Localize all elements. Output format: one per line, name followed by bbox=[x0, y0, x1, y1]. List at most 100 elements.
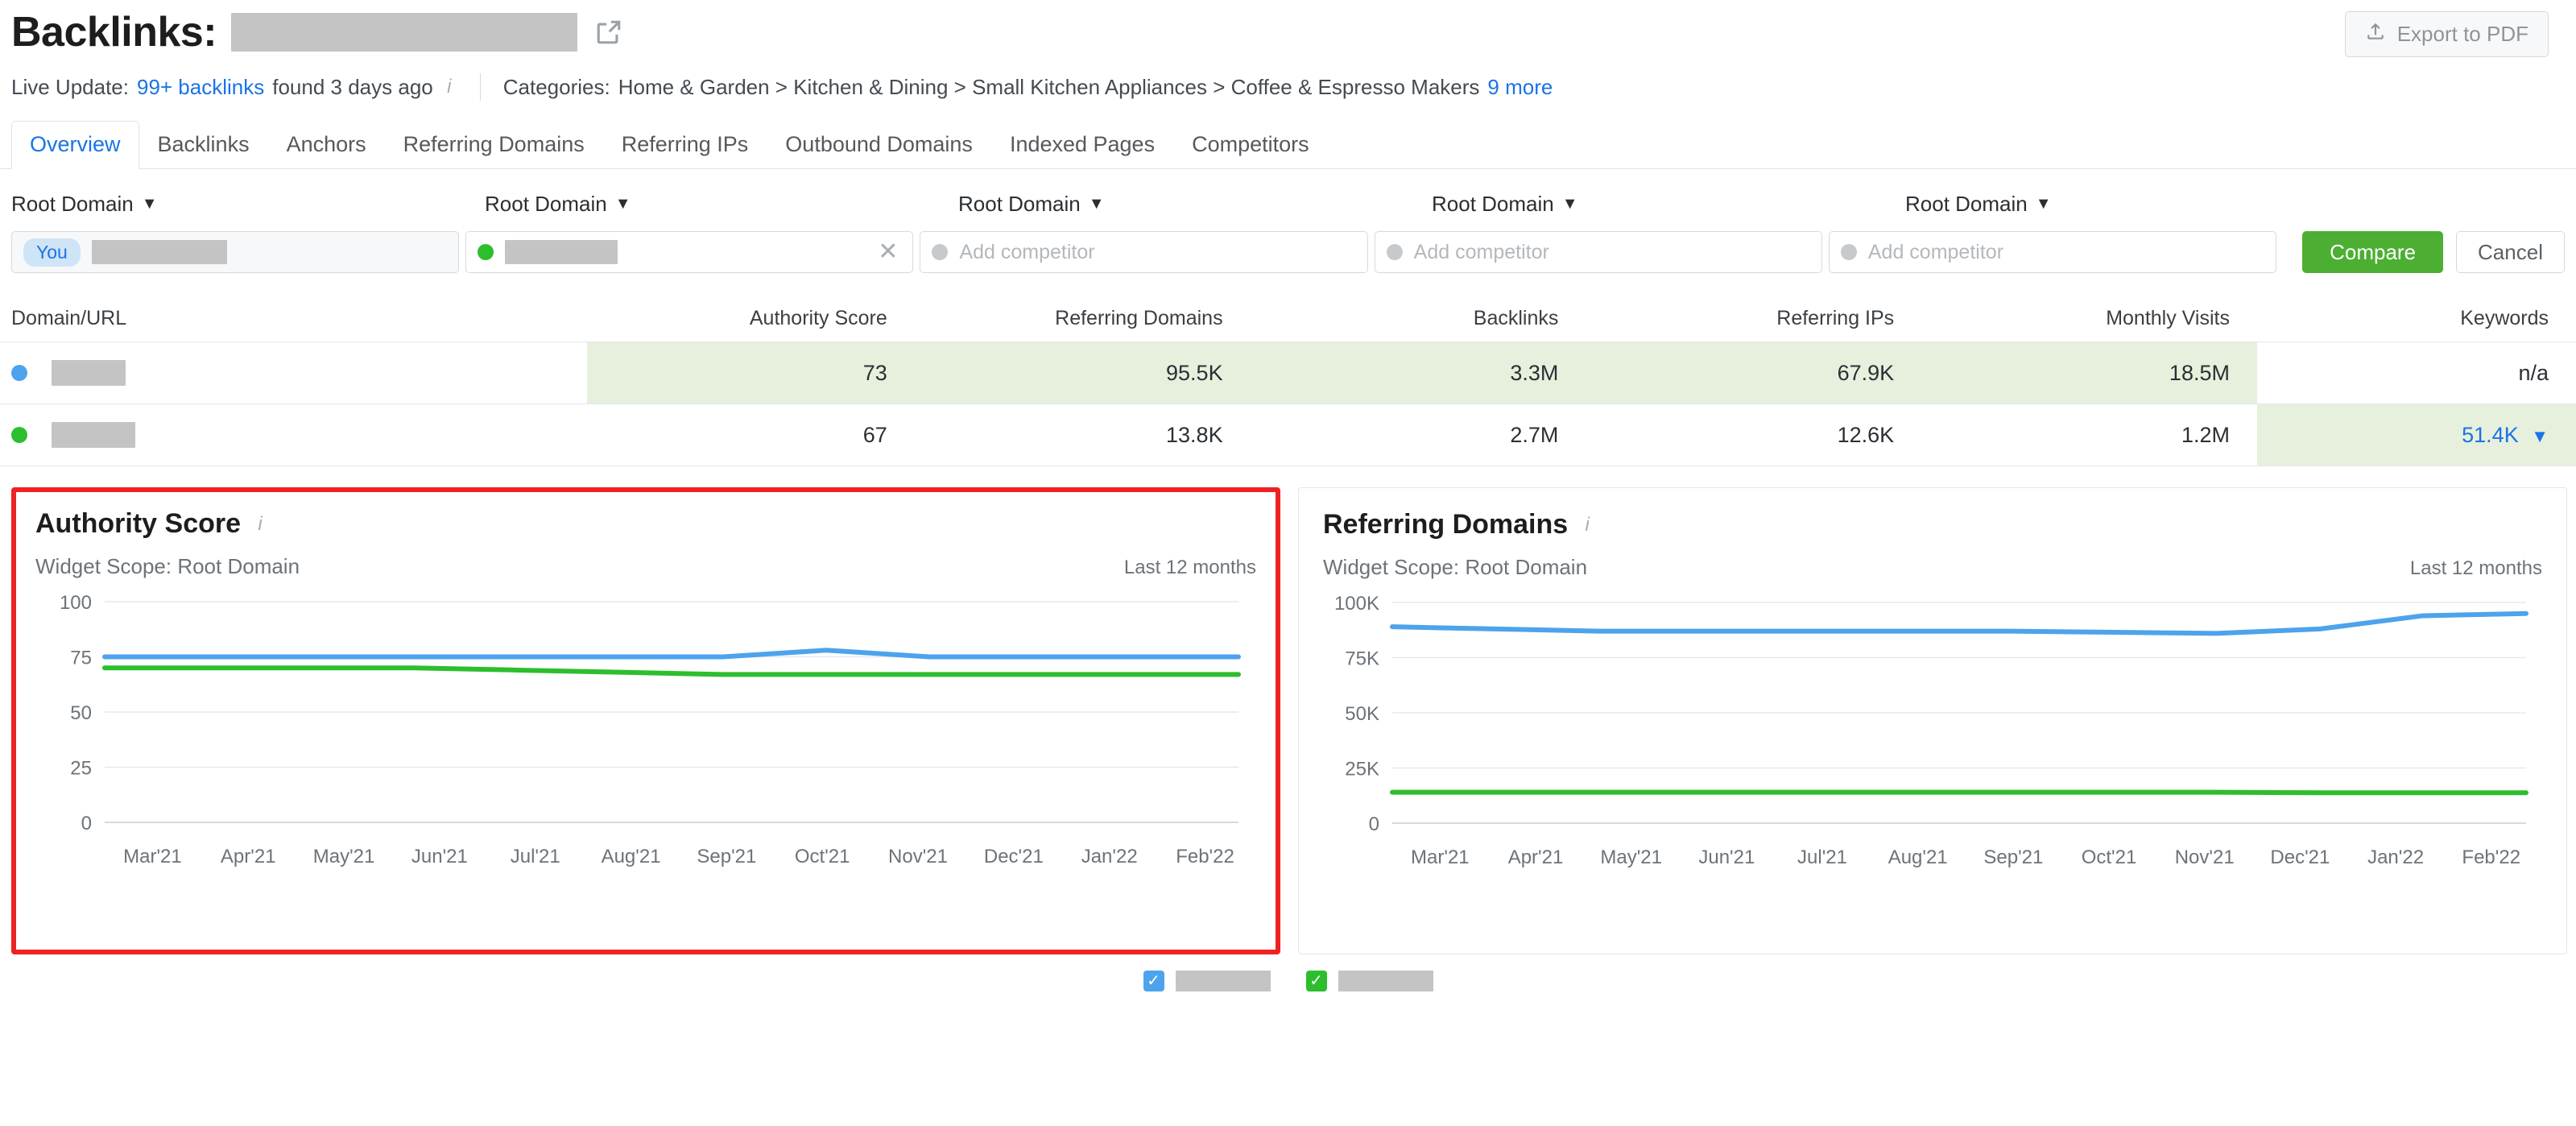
x-axis-label: Jun'21 bbox=[1698, 847, 1755, 868]
x-axis-label: May'21 bbox=[312, 846, 375, 867]
scope-dropdown-4[interactable]: Root Domain ▼ bbox=[1905, 190, 2052, 218]
meta-bar: Live Update: 99+ backlinks found 3 days … bbox=[0, 68, 2576, 106]
tab-competitors[interactable]: Competitors bbox=[1173, 121, 1328, 169]
chevron-down-icon: ▼ bbox=[141, 195, 158, 213]
you-badge: You bbox=[23, 238, 81, 267]
series-color-dot-grey bbox=[932, 244, 949, 260]
your-domain-input[interactable]: You bbox=[11, 231, 460, 273]
live-update-segment: Live Update: 99+ backlinks found 3 days … bbox=[11, 75, 457, 100]
info-icon[interactable]: i bbox=[1579, 514, 1595, 536]
checkbox-checked-icon[interactable]: ✓ bbox=[1305, 971, 1327, 991]
scope-label-3: Root Domain bbox=[1432, 192, 1554, 216]
title-block: Backlinks: bbox=[11, 11, 2345, 53]
scope-col-3: Root Domain ▼ bbox=[1432, 190, 1899, 218]
x-axis-label: Apr'21 bbox=[1507, 847, 1564, 868]
col-monthly-visits[interactable]: Monthly Visits bbox=[1921, 299, 2257, 342]
add-competitor-placeholder-3: Add competitor bbox=[1413, 240, 1549, 263]
referring-domains-period: Last 12 months bbox=[2409, 557, 2542, 579]
categories-more-link[interactable]: 9 more bbox=[1487, 75, 1553, 100]
tab-backlinks[interactable]: Backlinks bbox=[139, 121, 268, 169]
x-axis-label: Feb'22 bbox=[2462, 847, 2521, 868]
table-row: 73 95.5K 3.3M 67.9K 18.5M n/a bbox=[0, 342, 2576, 404]
row0-referring-domains[interactable]: 95.5K bbox=[914, 342, 1251, 404]
table-body: 73 95.5K 3.3M 67.9K 18.5M n/a 67 13.8K 2… bbox=[0, 342, 2576, 466]
chart-legend: ✓ ✓ bbox=[0, 971, 2576, 991]
row1-backlinks[interactable]: 2.7M bbox=[1250, 404, 1586, 466]
competitor-input-2[interactable]: Add competitor bbox=[920, 231, 1368, 273]
tab-overview[interactable]: Overview bbox=[11, 121, 139, 169]
col-domain-url[interactable]: Domain/URL bbox=[0, 299, 587, 342]
row0-monthly-visits[interactable]: 18.5M bbox=[1921, 342, 2257, 404]
export-to-pdf-button[interactable]: Export to PDF bbox=[2344, 11, 2549, 57]
col-authority-score[interactable]: Authority Score bbox=[587, 299, 914, 342]
row1-referring-domains[interactable]: 13.8K bbox=[914, 404, 1251, 466]
x-axis-label: Oct'21 bbox=[2081, 847, 2137, 868]
scope-dropdown-1[interactable]: Root Domain ▼ bbox=[485, 190, 631, 218]
checkbox-checked-icon[interactable]: ✓ bbox=[1143, 971, 1164, 991]
scope-label-2: Root Domain bbox=[958, 192, 1081, 216]
chevron-down-icon[interactable]: ▼ bbox=[2531, 426, 2549, 446]
scope-dropdown-0[interactable]: Root Domain ▼ bbox=[11, 190, 158, 218]
competitor-input-1[interactable]: ✕ bbox=[465, 231, 914, 273]
categories-segment: Categories: Home & Garden > Kitchen & Di… bbox=[503, 75, 1553, 100]
x-axis-label: Aug'21 bbox=[1888, 847, 1948, 868]
row1-referring-ips[interactable]: 12.6K bbox=[1586, 404, 1922, 466]
table-header: Domain/URL Authority Score Referring Dom… bbox=[0, 299, 2576, 342]
tab-indexed-pages[interactable]: Indexed Pages bbox=[991, 121, 1173, 169]
row1-keywords-cell[interactable]: 51.4K ▼ bbox=[2256, 404, 2576, 466]
live-update-suffix: found 3 days ago bbox=[272, 74, 433, 99]
svg-text:100: 100 bbox=[60, 594, 92, 614]
scope-label-4: Root Domain bbox=[1905, 192, 2028, 216]
row1-monthly-visits[interactable]: 1.2M bbox=[1921, 404, 2257, 466]
compare-button[interactable]: Compare bbox=[2302, 231, 2444, 273]
row0-authority-score: 73 bbox=[587, 342, 915, 404]
competitor-input-3[interactable]: Add competitor bbox=[1374, 231, 1822, 273]
referring-domains-plot: 0 25K 50K 75K 100K bbox=[1334, 593, 2528, 835]
x-axis-label: Mar'21 bbox=[123, 846, 182, 867]
svg-text:25K: 25K bbox=[1345, 759, 1379, 780]
page-title: Backlinks: bbox=[11, 9, 217, 56]
scope-col-0: Root Domain ▼ bbox=[11, 190, 478, 218]
tab-referring-ips[interactable]: Referring IPs bbox=[603, 121, 767, 169]
info-icon[interactable]: i bbox=[252, 513, 268, 536]
col-referring-ips[interactable]: Referring IPs bbox=[1586, 299, 1921, 342]
authority-score-scope: Widget Scope: Root Domain bbox=[35, 554, 300, 578]
cancel-button[interactable]: Cancel bbox=[2456, 231, 2565, 273]
authority-score-subtitle-row: Widget Scope: Root Domain Last 12 months bbox=[35, 554, 1256, 579]
chevron-down-icon: ▼ bbox=[2035, 195, 2052, 213]
chevron-down-icon: ▼ bbox=[1088, 195, 1105, 213]
scope-label-0: Root Domain bbox=[11, 192, 134, 216]
scope-dropdown-3[interactable]: Root Domain ▼ bbox=[1432, 190, 1578, 218]
svg-text:0: 0 bbox=[1369, 813, 1379, 835]
col-referring-domains[interactable]: Referring Domains bbox=[915, 299, 1251, 342]
add-competitor-placeholder-2: Add competitor bbox=[959, 240, 1095, 263]
col-keywords[interactable]: Keywords bbox=[2257, 299, 2576, 342]
referring-domains-x-axis: Mar'21 Apr'21 May'21 Jun'21 Jul'21 Aug'21 Sep'… bbox=[1323, 847, 2542, 869]
x-axis-label: Nov'21 bbox=[2174, 847, 2235, 868]
backlinks-overview-page: Backlinks: Export to PDF Live Update: 99… bbox=[0, 0, 2576, 1126]
scope-dropdown-2[interactable]: Root Domain ▼ bbox=[958, 190, 1105, 218]
series-color-dot-green bbox=[478, 244, 494, 260]
col-backlinks[interactable]: Backlinks bbox=[1251, 299, 1586, 342]
nav-tabs: Overview Backlinks Anchors Referring Dom… bbox=[0, 118, 2576, 169]
tab-outbound-domains[interactable]: Outbound Domains bbox=[767, 121, 991, 169]
authority-score-title-row: Authority Score i bbox=[35, 508, 1256, 540]
x-axis-label: Dec'21 bbox=[2270, 847, 2330, 868]
meta-divider bbox=[479, 73, 481, 101]
close-icon[interactable]: ✕ bbox=[875, 240, 901, 264]
backlinks-count-link[interactable]: 99+ backlinks bbox=[137, 75, 264, 100]
scope-col-2: Root Domain ▼ bbox=[958, 190, 1425, 218]
legend-item-competitor[interactable]: ✓ bbox=[1305, 971, 1433, 991]
x-axis-label: Mar'21 bbox=[1411, 847, 1470, 868]
tab-anchors[interactable]: Anchors bbox=[268, 121, 385, 169]
referring-domains-widget: Referring Domains i Widget Scope: Root D… bbox=[1298, 487, 2567, 954]
info-icon[interactable]: i bbox=[441, 76, 457, 98]
legend-item-you[interactable]: ✓ bbox=[1143, 971, 1271, 991]
tab-referring-domains[interactable]: Referring Domains bbox=[385, 121, 603, 169]
competitor-input-4[interactable]: Add competitor bbox=[1828, 231, 2277, 273]
external-link-icon[interactable] bbox=[595, 19, 622, 50]
x-axis-label: Jul'21 bbox=[510, 846, 560, 867]
row1-keywords[interactable]: 51.4K bbox=[2462, 423, 2519, 447]
row0-referring-ips[interactable]: 67.9K bbox=[1586, 342, 1922, 404]
row0-backlinks[interactable]: 3.3M bbox=[1250, 342, 1586, 404]
